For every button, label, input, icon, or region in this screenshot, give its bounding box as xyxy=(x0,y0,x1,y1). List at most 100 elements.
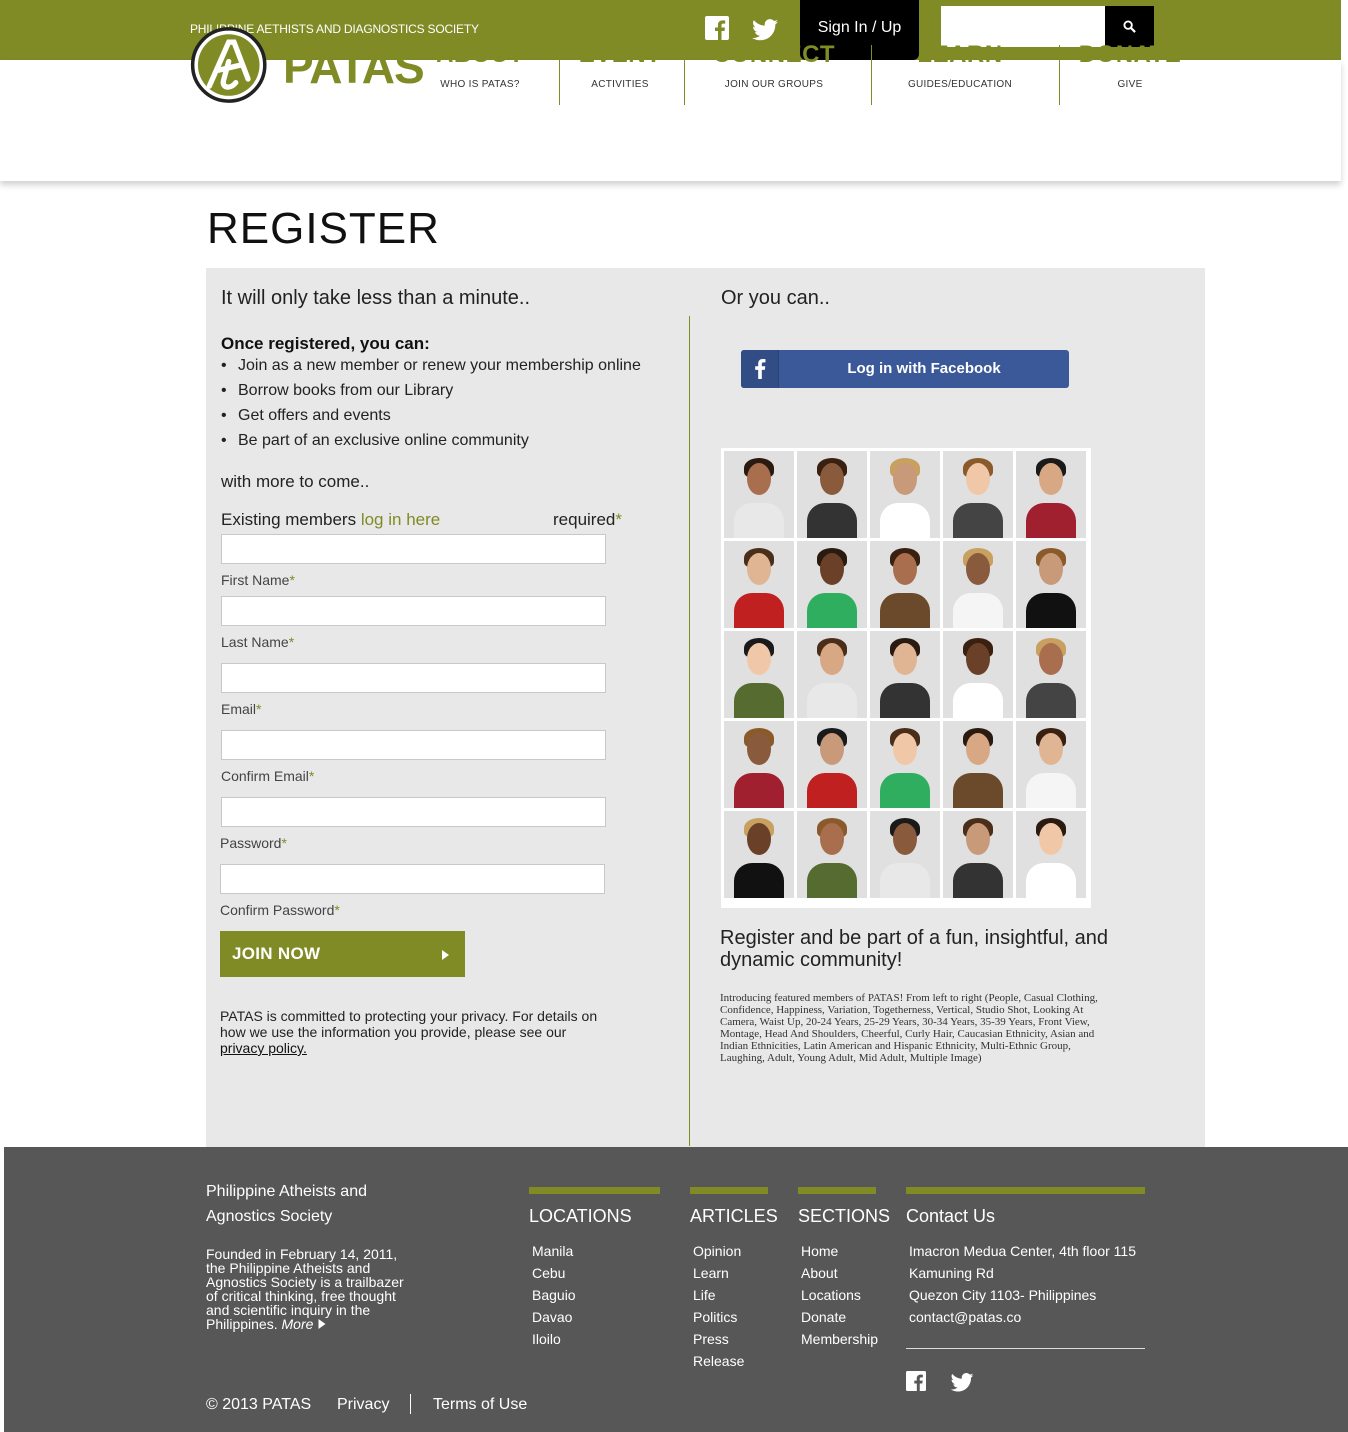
confirm-password-field[interactable] xyxy=(220,864,605,894)
existing-members: Existing members log in here xyxy=(221,510,440,530)
required-note: required* xyxy=(553,510,622,530)
member-photo xyxy=(870,811,940,898)
first-name-field[interactable] xyxy=(221,534,606,564)
page-title: REGISTER xyxy=(207,204,440,253)
member-photo xyxy=(724,631,794,718)
member-photo xyxy=(943,721,1013,808)
nav-divider xyxy=(871,45,872,105)
footer-link[interactable]: Opinion xyxy=(693,1241,744,1263)
last-name-field[interactable] xyxy=(221,596,606,626)
member-photo xyxy=(797,811,867,898)
required-star: * xyxy=(281,835,287,851)
nav-donate[interactable]: DONATE GIVE xyxy=(1072,41,1188,90)
footer-privacy-link[interactable]: Privacy xyxy=(337,1396,389,1414)
password-field[interactable] xyxy=(221,797,606,827)
nav-divider xyxy=(1059,45,1060,105)
footer-link[interactable]: Learn xyxy=(693,1263,744,1285)
member-photo xyxy=(943,631,1013,718)
privacy-text: PATAS is committed to protecting your pr… xyxy=(220,1008,598,1040)
more-to-come: with more to come.. xyxy=(221,472,370,491)
email-field[interactable] xyxy=(221,663,606,693)
password-label-text: Password xyxy=(220,835,282,851)
join-now-button[interactable]: JOIN NOW xyxy=(220,931,465,977)
nav-learn[interactable]: LEARN GUIDES/EDUCATION xyxy=(900,41,1020,90)
login-link[interactable]: log in here xyxy=(361,510,440,529)
column-divider xyxy=(689,316,690,1146)
nav-divider xyxy=(684,45,685,105)
confirm-password-label: Confirm Password* xyxy=(220,902,340,918)
footer-link[interactable]: Life xyxy=(693,1285,744,1307)
facebook-login-button[interactable]: Log in with Facebook xyxy=(741,350,1069,388)
member-photo xyxy=(1016,721,1086,808)
footer-heading-articles: ARTICLES xyxy=(690,1206,778,1226)
footer-accent-bar xyxy=(906,1187,1145,1194)
copyright: © 2013 PATAS xyxy=(206,1396,312,1413)
twitter-icon[interactable] xyxy=(950,1373,974,1392)
footer-link[interactable]: Cebu xyxy=(532,1263,576,1285)
footer-link[interactable]: Home xyxy=(801,1241,878,1263)
member-photo xyxy=(1016,541,1086,628)
footer-link[interactable]: Locations xyxy=(801,1285,878,1307)
nav-divider xyxy=(559,45,560,105)
footer-link[interactable]: Politics xyxy=(693,1307,744,1329)
footer-link[interactable]: Baguio xyxy=(532,1285,576,1307)
footer-accent-bar xyxy=(529,1187,660,1194)
footer-divider xyxy=(906,1348,1145,1349)
nav-donate-title: DONATE xyxy=(1078,41,1182,68)
member-photo xyxy=(724,541,794,628)
contact-line: Kamuning Rd xyxy=(909,1265,994,1281)
footer-link[interactable]: Manila xyxy=(532,1241,576,1263)
footer-description: Founded in February 14, 2011, the Philip… xyxy=(206,1247,416,1331)
email-label-text: Email xyxy=(221,701,257,717)
member-photo xyxy=(1016,811,1086,898)
footer-link[interactable]: Davao xyxy=(532,1307,576,1329)
nav-about[interactable]: ABOUT WHO IS PATAS? xyxy=(430,41,530,90)
member-photo xyxy=(1016,451,1086,538)
nav-donate-subtitle: GIVE xyxy=(1117,79,1143,90)
footer-link[interactable]: Press xyxy=(693,1329,744,1351)
footer-link[interactable]: Membership xyxy=(801,1329,878,1351)
footer-link[interactable]: About xyxy=(801,1263,878,1285)
contact-email[interactable]: contact@patas.co xyxy=(909,1307,1136,1329)
nav-event[interactable]: EVENT ACTIVITIES xyxy=(570,41,670,90)
nav-connect-subtitle: JOIN OUR GROUPS xyxy=(724,79,824,90)
footer-heading-contact: Contact Us xyxy=(906,1206,996,1226)
contact-line: Quezon City 1103- Philippines xyxy=(909,1287,1097,1303)
footer-terms-link[interactable]: Terms of Use xyxy=(433,1396,527,1414)
list-item: Be part of an exclusive online community xyxy=(221,431,641,456)
nav-event-subtitle: ACTIVITIES xyxy=(591,79,649,90)
member-photo xyxy=(797,541,867,628)
nav-about-subtitle: WHO IS PATAS? xyxy=(440,79,520,90)
footer-heading-locations: LOCATIONS xyxy=(529,1206,632,1226)
required-star: * xyxy=(308,768,315,784)
required-label: required xyxy=(553,510,616,529)
required-star: * xyxy=(289,572,295,588)
footer-link[interactable]: Release xyxy=(693,1351,744,1373)
confirm-email-field[interactable] xyxy=(221,730,606,760)
footer-more-link[interactable]: More xyxy=(282,1316,314,1332)
member-photo xyxy=(797,451,867,538)
footer-link[interactable]: Donate xyxy=(801,1307,878,1329)
footer-separator xyxy=(410,1394,411,1414)
nav-connect[interactable]: CONNECT JOIN OUR GROUPS xyxy=(703,41,845,90)
facebook-icon[interactable] xyxy=(705,16,729,40)
required-star: * xyxy=(256,701,262,717)
required-star: * xyxy=(288,634,295,650)
footer-link[interactable]: Iloilo xyxy=(532,1329,576,1351)
existing-prefix: Existing members xyxy=(221,510,361,529)
footer-org-name: Philippine Atheists and Agnostics Societ… xyxy=(206,1183,367,1225)
member-photo xyxy=(943,811,1013,898)
twitter-icon[interactable] xyxy=(752,19,778,41)
required-star: * xyxy=(615,510,622,529)
footer-articles-list: Opinion Learn Life Politics Press Releas… xyxy=(693,1241,744,1373)
first-name-label: First Name* xyxy=(221,572,295,588)
email-label: Email* xyxy=(221,701,261,717)
password-label: Password* xyxy=(220,835,287,851)
patas-logo[interactable] xyxy=(190,21,278,109)
privacy-policy-link[interactable]: privacy policy. xyxy=(220,1040,307,1056)
logo-text[interactable]: PATAS xyxy=(283,40,425,94)
facebook-icon[interactable] xyxy=(906,1371,926,1391)
member-photo xyxy=(943,541,1013,628)
benefits-list: Join as a new member or renew your membe… xyxy=(221,356,641,456)
member-photo xyxy=(724,811,794,898)
